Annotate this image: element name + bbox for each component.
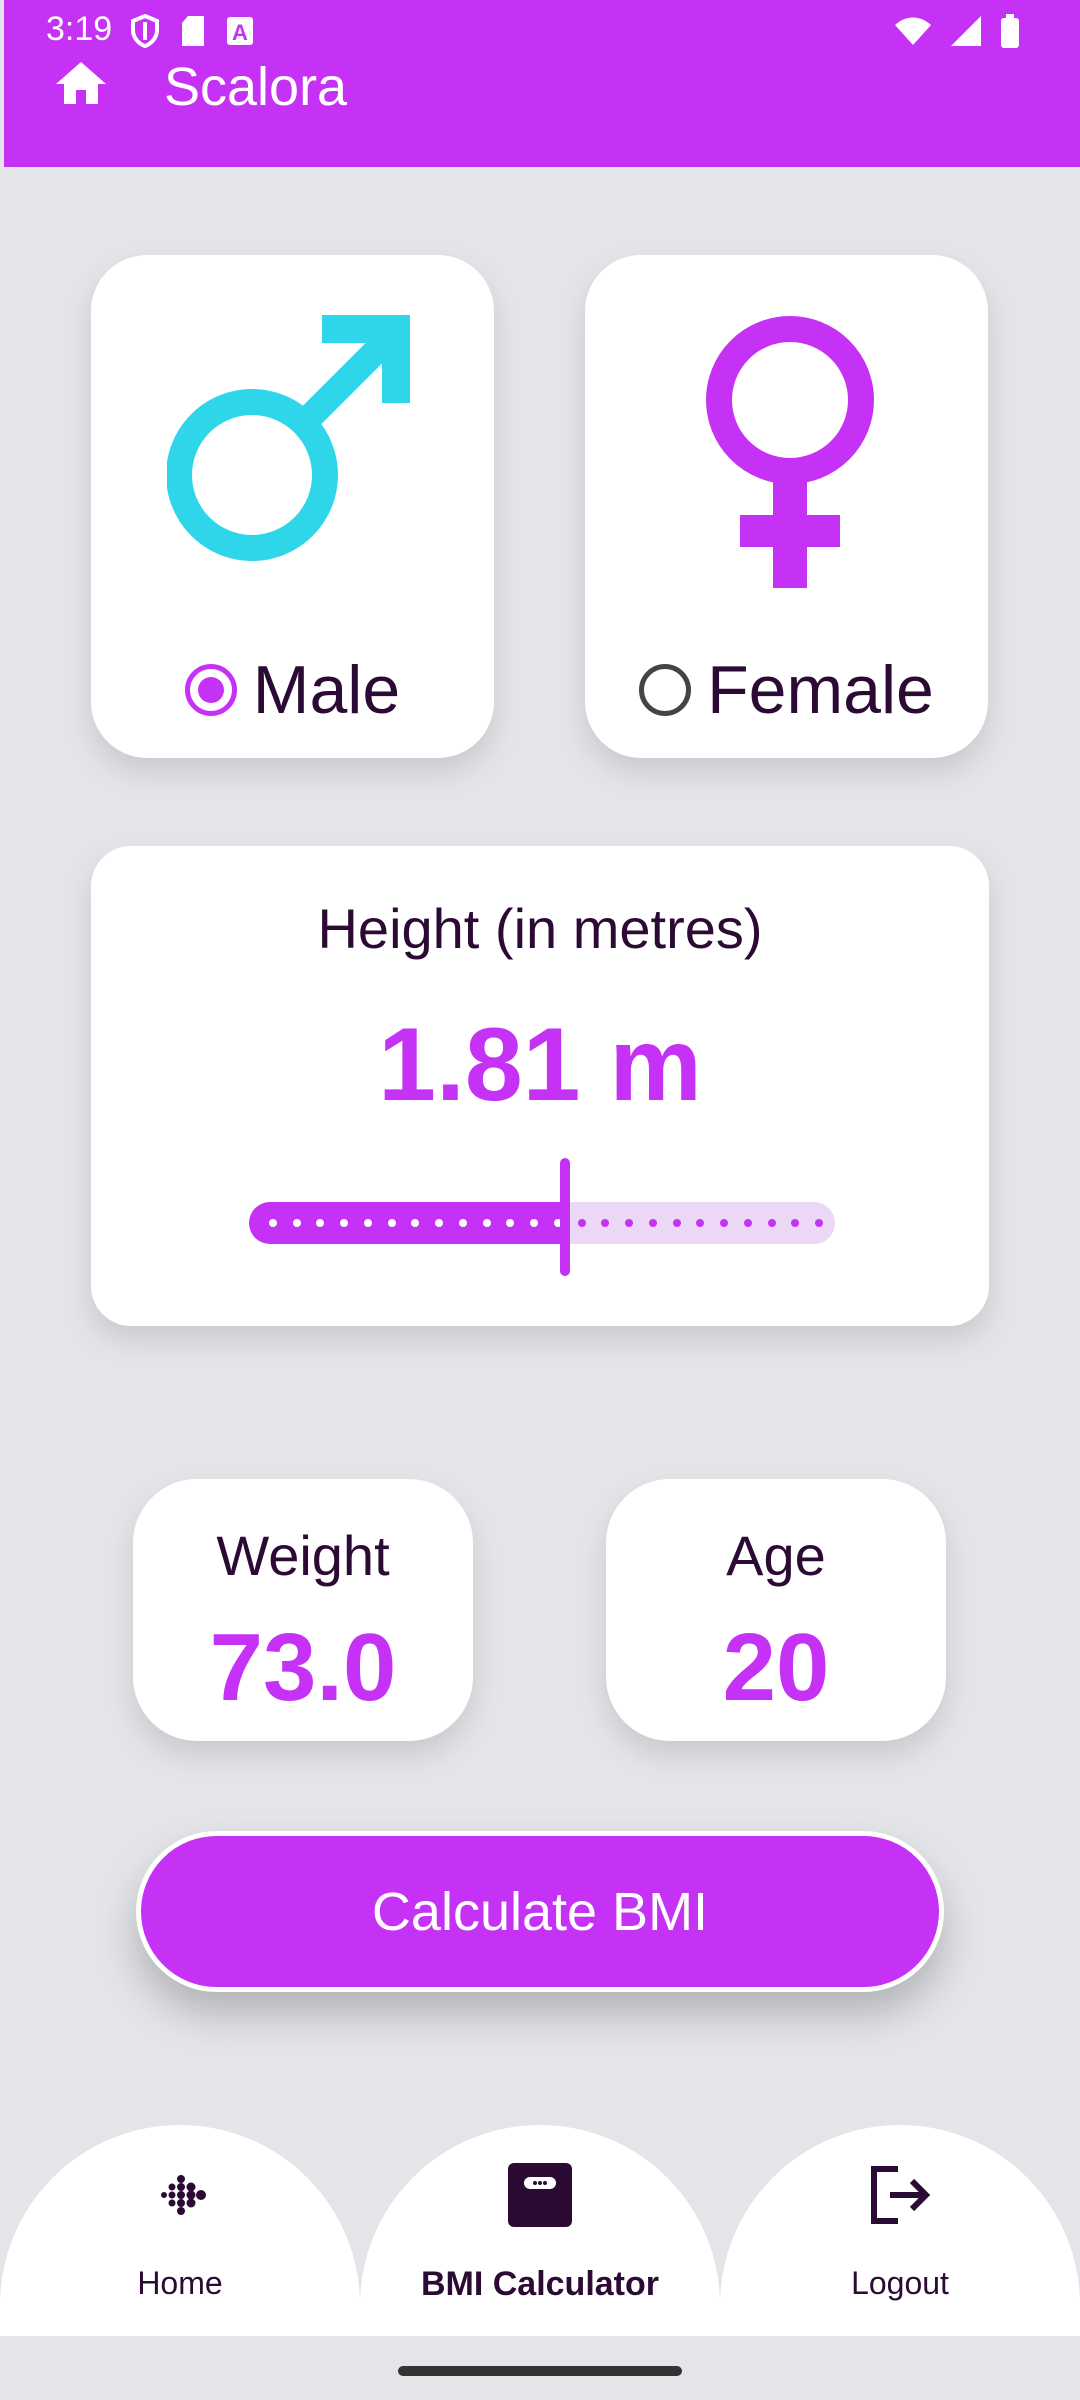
battery-icon [1001,14,1019,48]
height-slider[interactable] [249,1158,835,1276]
slider-tick [673,1219,681,1227]
nav-item-home[interactable]: Home [0,2125,360,2336]
female-label: Female [707,652,934,728]
slider-tick [459,1219,467,1227]
slider-tick [625,1219,633,1227]
slider-tick [364,1219,372,1227]
slider-tick-marks [269,1219,823,1227]
fitbit-dots-icon [161,2175,206,2215]
app-bar: 3:19 A Scalora [4,0,1080,167]
age-label: Age [726,1524,826,1587]
sd-card-icon [182,16,204,46]
height-card: Height (in metres) 1.81 m [91,846,989,1326]
scale-icon [508,2163,572,2227]
male-radio[interactable] [184,664,237,716]
slider-tick [340,1219,348,1227]
slider-tick [483,1219,491,1227]
height-value: 1.81 m [378,1007,702,1123]
slider-thumb[interactable] [560,1158,570,1276]
logout-icon [871,2166,931,2224]
calculate-bmi-button[interactable]: Calculate BMI [136,1831,944,1992]
height-title: Height (in metres) [317,897,763,960]
status-icons-left: A [130,14,254,48]
slider-tick [293,1219,301,1227]
signal-icon [951,16,981,46]
slider-tick [388,1219,396,1227]
home-icon[interactable] [54,60,108,106]
slider-tick [815,1219,823,1227]
system-gesture-area [0,2336,1080,2400]
slider-tick [601,1219,609,1227]
slider-tick [269,1219,277,1227]
slider-tick [744,1219,752,1227]
status-icons-right [894,14,1020,48]
nav-item-logout[interactable]: Logout [720,2125,1080,2336]
male-card[interactable]: Male [91,255,494,758]
slider-tick [578,1219,586,1227]
slider-tick [530,1219,538,1227]
nav-label-logout: Logout [851,2265,949,2301]
status-time: 3:19 [46,10,113,48]
slider-tick [411,1219,419,1227]
age-card[interactable]: Age 20 [606,1479,946,1741]
bottom-navigation: Home BMI Calculator Logout [0,2125,1080,2336]
male-symbol-icon [167,315,410,561]
wifi-icon [895,17,931,45]
slider-tick [791,1219,799,1227]
nav-label-bmi-calculator: BMI Calculator [420,2265,660,2303]
svg-text:A: A [232,20,248,45]
female-radio[interactable] [639,664,692,716]
slider-tick [649,1219,657,1227]
female-option[interactable]: Female [585,645,988,735]
female-symbol-icon [706,316,874,588]
slider-tick [506,1219,514,1227]
nav-item-bmi-calculator[interactable]: BMI Calculator [360,2125,720,2336]
slider-tick [720,1219,728,1227]
male-option[interactable]: Male [91,645,494,735]
weight-card[interactable]: Weight 73.0 [133,1479,473,1741]
slider-tick [768,1219,776,1227]
app-title: Scalora [164,57,348,117]
weight-value: 73.0 [209,1614,397,1721]
a-icon: A [227,17,253,45]
gesture-handle[interactable] [398,2366,682,2376]
slider-tick [696,1219,704,1227]
male-label: Male [252,652,401,728]
age-value: 20 [722,1614,830,1721]
slider-tick [435,1219,443,1227]
female-card[interactable]: Female [585,255,988,758]
shield-icon [131,14,159,48]
weight-label: Weight [216,1524,390,1587]
nav-label-home: Home [137,2265,223,2301]
slider-tick [316,1219,324,1227]
